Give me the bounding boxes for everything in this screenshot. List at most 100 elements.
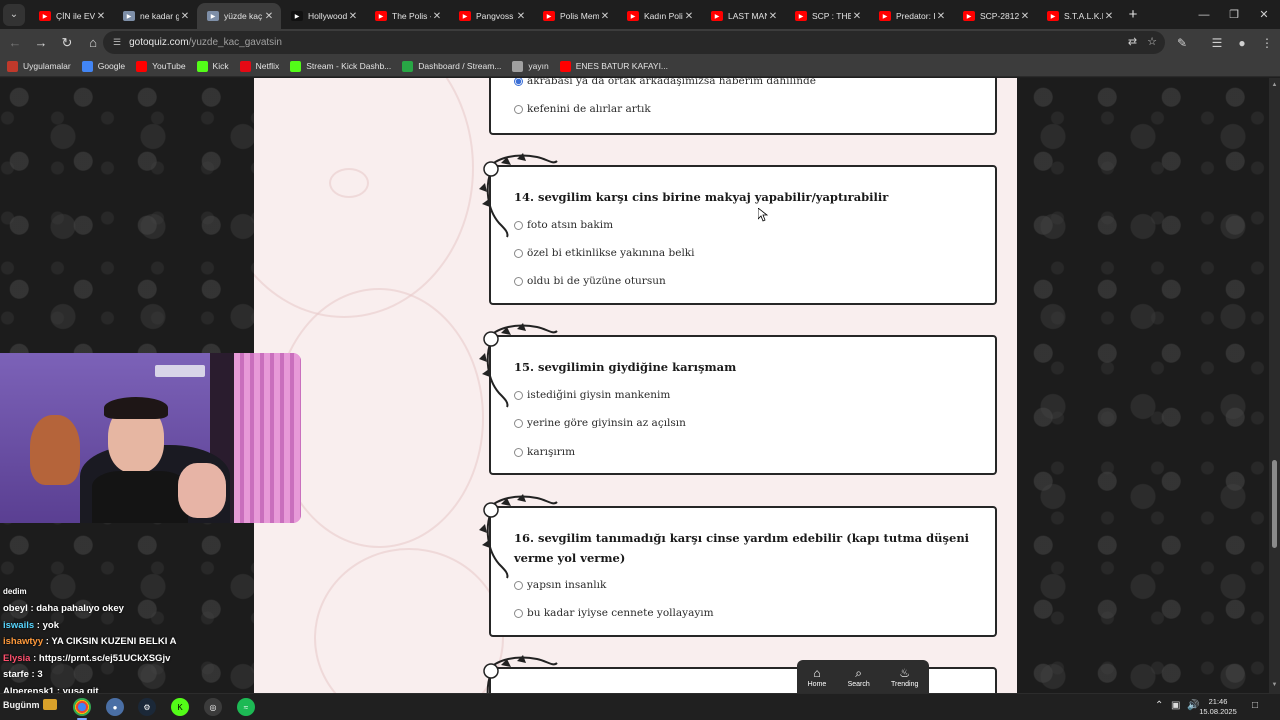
tab-close-icon[interactable]: ✕ (851, 11, 863, 22)
radio-button[interactable] (514, 220, 523, 230)
browser-tab[interactable]: ▶ S.T.A.L.K.E✕ (1037, 3, 1121, 29)
browser-tab[interactable]: ▶ ne kadar g ✕ (113, 3, 197, 29)
tab-close-icon[interactable]: ✕ (599, 11, 611, 22)
forward-button[interactable]: → (29, 31, 53, 55)
tab-title: The Polis - (392, 11, 431, 21)
radio-button[interactable] (514, 390, 523, 400)
address-bar[interactable]: ☰ gotoquiz.com/yuzde_kac_gavatsin ⇄ ☆ (103, 31, 1165, 54)
translate-icon[interactable]: ⇄ (1128, 35, 1137, 48)
option[interactable]: oldu bi de yüzüne otursun (514, 275, 666, 287)
radio-button[interactable] (514, 418, 523, 428)
swirl-decoration (254, 78, 474, 318)
tab-favicon-icon: ▶ (711, 11, 723, 21)
tab-title: Kadın Poli (644, 11, 683, 21)
radio-button[interactable] (514, 608, 523, 618)
clock[interactable]: 21:46 15.08.2025 (1198, 697, 1238, 717)
minimize-button[interactable]: — (1189, 0, 1219, 29)
tab-close-icon[interactable]: ✕ (179, 11, 191, 22)
bookmark-item[interactable]: YouTube (136, 60, 186, 72)
tab-strip: ⌄ ▶ÇİN ile EVL✕▶ne kadar g✕▶yüzde kaç✕▶H… (0, 0, 1280, 29)
bookmark-item[interactable]: ENES BATUR KAFAYI... (559, 60, 668, 72)
kick-icon[interactable]: K (171, 698, 189, 716)
tab-close-icon[interactable]: ✕ (1103, 11, 1115, 22)
obs-icon[interactable]: ◎ (204, 698, 222, 716)
tab-close-icon[interactable]: ✕ (767, 11, 779, 22)
radio-button[interactable] (514, 248, 523, 258)
network-icon[interactable]: ▣ (1171, 700, 1180, 711)
tray-chevron-icon[interactable]: ⌃ (1155, 700, 1163, 711)
option[interactable]: akrabası ya da ortak arkadaşımızsa haber… (514, 78, 816, 87)
tab-close-icon[interactable]: ✕ (515, 11, 527, 22)
new-tab-button[interactable]: + (1121, 3, 1145, 27)
site-nav-trending[interactable]: ♨ Trending (891, 666, 918, 688)
radio-button[interactable] (514, 447, 523, 457)
option[interactable]: yerine göre giyinsin az açılsın (514, 417, 686, 429)
scroll-up-icon[interactable]: ▲ (1269, 82, 1280, 88)
browser-tab[interactable]: ▶ Kadın Poli ✕ (617, 3, 701, 29)
tab-search-button[interactable]: ⌄ (3, 3, 25, 26)
option[interactable]: kefenini de alırlar artık (514, 103, 651, 115)
browser-tab[interactable]: ▶ Predator: I ✕ (869, 3, 953, 29)
site-nav-home[interactable]: ⌂ Home (808, 666, 827, 688)
option[interactable]: karışırım (514, 446, 575, 458)
browser-tab[interactable]: ▶ yüzde kaç ✕ (197, 3, 281, 29)
chrome-icon[interactable] (73, 698, 91, 716)
browser-tab[interactable]: ▶ SCP-2812 ✕ (953, 3, 1037, 29)
weather-widget[interactable]: Bugünm (3, 699, 57, 710)
option[interactable]: yapsın insanlık (514, 579, 606, 591)
swirl-decoration (314, 548, 504, 693)
page-scrollbar[interactable]: ▲ ▼ (1269, 78, 1280, 693)
bookmark-item[interactable]: Google (81, 60, 125, 72)
tab-close-icon[interactable]: ✕ (683, 11, 695, 22)
kick-icon (196, 60, 208, 72)
bookmark-item[interactable]: Stream - Kick Dashb... (290, 60, 391, 72)
reload-button[interactable]: ↻ (55, 31, 79, 55)
close-window-button[interactable]: ✕ (1249, 0, 1279, 29)
option[interactable]: foto atsın bakim (514, 219, 613, 231)
tab-title: SCP-2812 (980, 11, 1019, 21)
tab-close-icon[interactable]: ✕ (263, 11, 275, 22)
media-controls-icon[interactable]: ☰ (1206, 29, 1228, 56)
menu-icon[interactable]: ⋮ (1256, 29, 1278, 56)
tab-close-icon[interactable]: ✕ (1019, 11, 1031, 22)
back-button[interactable]: ← (3, 31, 27, 55)
home-button[interactable]: ⌂ (81, 31, 105, 55)
browser-tab[interactable]: ▶ Polis Mem ✕ (533, 3, 617, 29)
option[interactable]: bu kadar iyiyse cennete yollayayım (514, 607, 714, 619)
site-info-icon[interactable]: ☰ (113, 37, 121, 48)
scroll-thumb[interactable] (1272, 460, 1277, 548)
option[interactable]: özel bi etkinlikse yakınına belki (514, 247, 695, 259)
tab-close-icon[interactable]: ✕ (431, 11, 443, 22)
radio-button[interactable] (514, 104, 523, 114)
app-icon[interactable]: ● (106, 698, 124, 716)
radio-button[interactable] (514, 580, 523, 590)
streamer-shirt (92, 471, 188, 523)
browser-tab[interactable]: ▶ Hollywood ✕ (281, 3, 365, 29)
browser-tab[interactable]: ▶ LAST MAN ✕ (701, 3, 785, 29)
restore-button[interactable]: ❐ (1219, 0, 1249, 29)
tab-close-icon[interactable]: ✕ (95, 11, 107, 22)
browser-tab[interactable]: ▶ The Polis - ✕ (365, 3, 449, 29)
bookmark-star-icon[interactable]: ☆ (1147, 35, 1157, 48)
scroll-down-icon[interactable]: ▼ (1269, 682, 1280, 688)
notifications-icon[interactable]: □ (1252, 700, 1258, 711)
bookmark-item[interactable]: Netflix (239, 60, 279, 72)
bookmark-item[interactable]: Uygulamalar (7, 60, 71, 72)
profile-icon[interactable]: ● (1231, 29, 1253, 56)
steam-icon[interactable]: ⚙ (138, 698, 156, 716)
site-nav-search[interactable]: ⌕ Search (848, 666, 870, 688)
option-label: akrabası ya da ortak arkadaşımızsa haber… (527, 78, 816, 87)
radio-button[interactable] (514, 78, 523, 86)
spotify-icon[interactable]: ≈ (237, 698, 255, 716)
bookmark-item[interactable]: Kick (196, 60, 229, 72)
bookmark-item[interactable]: Dashboard / Stream... (402, 60, 501, 72)
bookmark-item[interactable]: yayın (512, 60, 549, 72)
browser-tab[interactable]: ▶ Pangvoss ✕ (449, 3, 533, 29)
radio-button[interactable] (514, 276, 523, 286)
extensions-icon[interactable]: ✎ (1171, 29, 1193, 56)
option[interactable]: istediğini giysin mankenim (514, 389, 670, 401)
tab-close-icon[interactable]: ✕ (347, 11, 359, 22)
browser-tab[interactable]: ▶ SCP : THE ✕ (785, 3, 869, 29)
browser-tab[interactable]: ▶ ÇİN ile EVL✕ (29, 3, 113, 29)
tab-close-icon[interactable]: ✕ (935, 11, 947, 22)
